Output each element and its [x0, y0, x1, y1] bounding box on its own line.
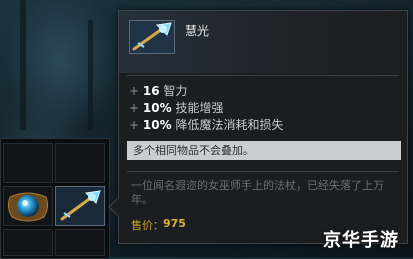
inventory-slot[interactable]	[3, 186, 53, 226]
inventory-panel	[0, 138, 110, 259]
tooltip-arrow-fill	[110, 197, 120, 217]
stat-spell-amp: + 10% 技能增强	[129, 101, 224, 115]
item-name: 慧光	[185, 24, 210, 38]
background-tree	[88, 20, 93, 130]
lore-text: 一位闻名遐迩的女巫师手上的法杖，已经失落了上万年。	[131, 179, 384, 206]
sell-price-value: 975	[163, 217, 186, 230]
inventory-slot-selected[interactable]	[55, 186, 105, 226]
inventory-slot[interactable]	[55, 229, 105, 256]
sell-price-label: 售价：	[131, 219, 164, 232]
stat-manacost-reduction: + 10% 降低魔法消耗和损失	[129, 118, 284, 132]
item-tooltip: 慧光 + 16 智力 + 10% 技能增强 + 10% 降低魔法消耗和损失 多个…	[118, 10, 408, 244]
item-portrait	[129, 20, 175, 54]
watermark: 京华手游	[323, 230, 399, 251]
divider	[127, 75, 399, 76]
stat-intelligence: + 16 智力	[129, 84, 188, 98]
stacking-note: 多个相同物品不会叠加。	[127, 141, 401, 160]
inventory-slot[interactable]	[55, 143, 105, 183]
staff-icon	[60, 190, 101, 221]
staff-icon	[130, 21, 174, 53]
orb-item-icon	[7, 192, 49, 222]
tooltip-header: 慧光	[119, 11, 407, 73]
inventory-slot[interactable]	[3, 229, 53, 256]
inventory-slot[interactable]	[3, 143, 53, 183]
divider	[127, 171, 399, 172]
background-tree	[20, 0, 26, 130]
